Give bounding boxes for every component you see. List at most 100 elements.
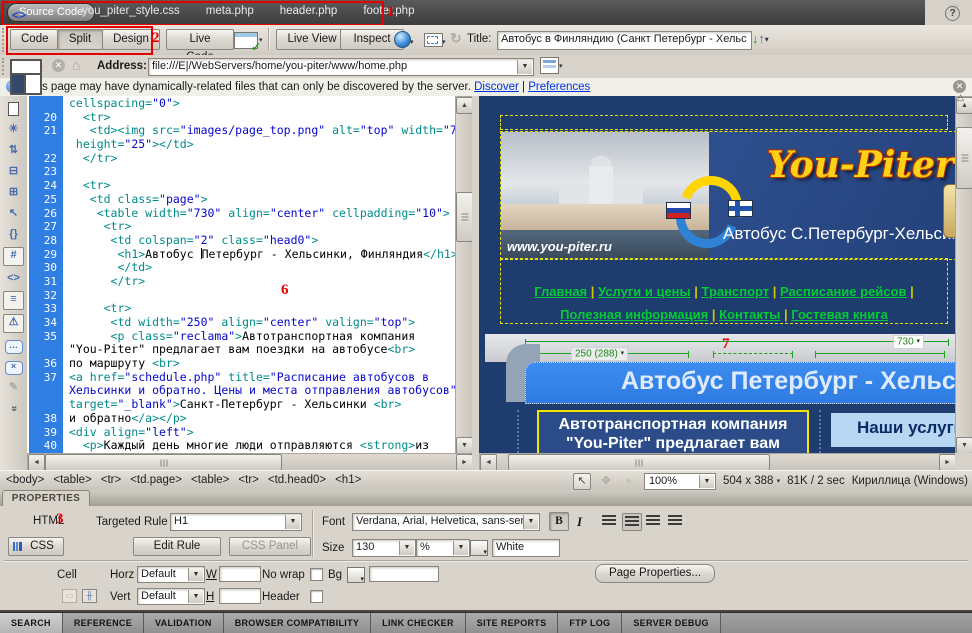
tag-selector-item[interactable]: <td.page> — [130, 474, 182, 486]
no-wrap-checkbox[interactable] — [310, 568, 323, 581]
design-view-pane[interactable]: www.you-piter.ru You-Piter Автобус С.Пет… — [479, 96, 955, 453]
code-line[interactable]: 27 <tr> — [27, 220, 455, 234]
syntax-error-alerts-icon[interactable]: ⚠ — [3, 314, 24, 333]
recent-snippets-icon[interactable]: » — [5, 399, 22, 418]
size-select[interactable]: 130 ▼ — [352, 539, 416, 557]
view-options-dropdown-icon[interactable]: ▾ — [559, 62, 563, 70]
scroll-left-icon[interactable]: ◄ — [28, 454, 45, 471]
check-page-dropdown-icon[interactable]: ▾ — [259, 36, 263, 44]
collapse-selection-icon[interactable]: ⊟ — [4, 163, 23, 180]
align-center-button[interactable] — [622, 513, 642, 531]
menu-link[interactable]: Транспорт — [702, 284, 770, 299]
collapse-full-tag-icon[interactable]: ⇅ — [4, 142, 23, 159]
code-line[interactable]: Хельсинки и обратно. Цены и места отправ… — [27, 384, 455, 398]
text-color-swatch[interactable] — [470, 540, 488, 556]
results-tab-server-debug[interactable]: SERVER DEBUG — [622, 613, 720, 633]
menu-link[interactable]: Контакты — [719, 307, 780, 322]
size-unit-dropdown-icon[interactable]: ▼ — [453, 541, 468, 555]
code-line[interactable]: 37<a href="schedule.php" title="Расписан… — [27, 371, 455, 385]
results-tab-browser-compatibility[interactable]: BROWSER COMPATIBILITY — [224, 613, 371, 633]
menu-link[interactable]: Главная — [534, 284, 587, 299]
menu-link[interactable]: Гостевая книга — [791, 307, 888, 322]
zoom-level-select[interactable]: 100%▼ — [644, 473, 716, 490]
promo-cell[interactable]: Автотранспортная компания "You-Piter" пр… — [537, 410, 809, 453]
css-panel-button[interactable]: CSS Panel — [229, 537, 311, 556]
align-right-button[interactable] — [644, 513, 662, 529]
code-line[interactable]: target="_blank">Санкт-Петербург - Хельси… — [27, 398, 455, 412]
size-dropdown-icon[interactable]: ▼ — [399, 541, 414, 555]
header-checkbox[interactable] — [310, 590, 323, 603]
select-tool-icon[interactable]: ↖ — [573, 473, 591, 490]
design-vertical-scrollbar[interactable]: ▲ ▼ — [955, 96, 972, 455]
visual-aids-icon[interactable] — [424, 33, 443, 47]
tag-selector-item[interactable]: <body> — [6, 474, 44, 486]
properties-panel-header[interactable]: PROPERTIES — [0, 490, 972, 507]
hand-tool-icon[interactable]: ✥ — [598, 474, 614, 489]
bold-button[interactable]: B — [549, 512, 569, 531]
tag-selector-item[interactable]: <tr> — [101, 474, 121, 486]
zoom-tool-icon[interactable]: ♀ — [618, 470, 640, 492]
tag-selector-item[interactable]: <h1> — [335, 474, 361, 486]
results-tab-search[interactable]: SEARCH — [0, 613, 63, 633]
tag-selector-item[interactable]: <table> — [191, 474, 229, 486]
scroll-down-icon[interactable]: ▼ — [456, 437, 473, 454]
font-select[interactable]: Verdana, Arial, Helvetica, sans-serif ▼ — [352, 513, 540, 531]
select-parent-tag-icon[interactable]: ↖ — [4, 205, 23, 222]
scroll-down-icon[interactable]: ▼ — [956, 437, 972, 454]
file-management-icons[interactable]: ↓↑▾ — [752, 31, 769, 46]
text-color-input[interactable]: White — [492, 539, 560, 557]
table-width-bar[interactable]: 730 ▾ 250 (288) ▾ — [485, 334, 955, 362]
line-numbers-icon[interactable]: # — [3, 247, 24, 266]
code-line[interactable]: 35 <p class="reclama">Автотранспортная к… — [27, 330, 455, 344]
open-documents-icon[interactable] — [4, 100, 23, 117]
preferences-link[interactable]: Preferences — [528, 81, 590, 93]
code-line[interactable]: "You-Piter" предлагает вам поездки на ав… — [27, 343, 455, 357]
design-hscroll-thumb[interactable] — [508, 454, 770, 471]
addressbar-grip[interactable] — [2, 58, 7, 75]
code-line[interactable]: 23 — [27, 165, 455, 179]
site-banner-image[interactable]: www.you-piter.ru You-Piter Автобус С.Пет… — [500, 131, 955, 260]
preview-in-browser-icon[interactable] — [394, 31, 411, 48]
scroll-left-icon[interactable]: ◄ — [480, 454, 497, 471]
scroll-up-icon[interactable]: ▲ — [456, 97, 473, 114]
page-heading-band[interactable]: Автобус Петербург - Хельсин — [525, 362, 955, 404]
discover-link[interactable]: Discover — [474, 81, 519, 93]
panel-collapse-icon[interactable]: △ — [957, 92, 964, 103]
results-tab-ftp-log[interactable]: FTP LOG — [558, 613, 622, 633]
results-tab-site-reports[interactable]: SITE REPORTS — [466, 613, 559, 633]
help-icon[interactable]: ? — [945, 6, 960, 21]
targeted-rule-dropdown-icon[interactable]: ▼ — [285, 515, 300, 529]
scroll-right-icon[interactable]: ► — [456, 454, 473, 471]
results-tab-validation[interactable]: VALIDATION — [144, 613, 224, 633]
results-tab-link-checker[interactable]: LINK CHECKER — [371, 613, 466, 633]
code-line[interactable]: 21 <td><img src="images/page_top.png" al… — [27, 124, 455, 138]
title-input[interactable]: Автобус в Финляндию (Санкт Петербург - Х… — [497, 31, 752, 50]
preview-dropdown-icon[interactable]: ▾ — [410, 38, 414, 46]
vert-dropdown-icon[interactable]: ▼ — [188, 590, 203, 603]
css-mode-button[interactable]: CSS — [8, 537, 64, 556]
split-cell-icon[interactable]: ╫ — [82, 589, 97, 603]
code-line[interactable]: 28 <td colspan="2" class="head0"> — [27, 234, 455, 248]
code-view-pane[interactable]: cellspacing="0">20 <tr>21 <td><img src="… — [27, 96, 455, 453]
live-view-button[interactable]: Live View — [276, 29, 348, 50]
expand-all-icon[interactable]: ⊞ — [4, 184, 23, 201]
code-line[interactable]: height="25"></td> — [27, 138, 455, 152]
horz-dropdown-icon[interactable]: ▼ — [188, 568, 203, 581]
code-line[interactable]: 33 <tr> — [27, 302, 455, 316]
targeted-rule-select[interactable]: H1 ▼ — [170, 513, 302, 531]
code-line[interactable]: 34 <td width="250" align="center" valign… — [27, 316, 455, 330]
edit-rule-button[interactable]: Edit Rule — [133, 537, 221, 556]
highlight-invalid-code-icon[interactable]: <> — [4, 270, 23, 287]
code-line[interactable]: 40 <p>Каждый день многие люди отправляют… — [27, 439, 455, 453]
code-line[interactable]: 25 <td class="page"> — [27, 193, 455, 207]
code-navigator-icon[interactable]: ✳ — [4, 121, 23, 138]
services-cell[interactable]: Наши услуги — [831, 413, 955, 447]
merge-cells-icon[interactable]: ▭ — [62, 589, 77, 603]
align-justify-button[interactable] — [666, 513, 684, 529]
tag-selector-item[interactable]: <table> — [53, 474, 91, 486]
apply-comment-icon[interactable]: … — [5, 340, 23, 354]
live-code-button[interactable]: Live Code — [166, 29, 234, 50]
font-dropdown-icon[interactable]: ▼ — [523, 515, 538, 529]
tag-selector-item[interactable]: <tr> — [238, 474, 258, 486]
menu-link[interactable]: Услуги и цены — [598, 284, 691, 299]
